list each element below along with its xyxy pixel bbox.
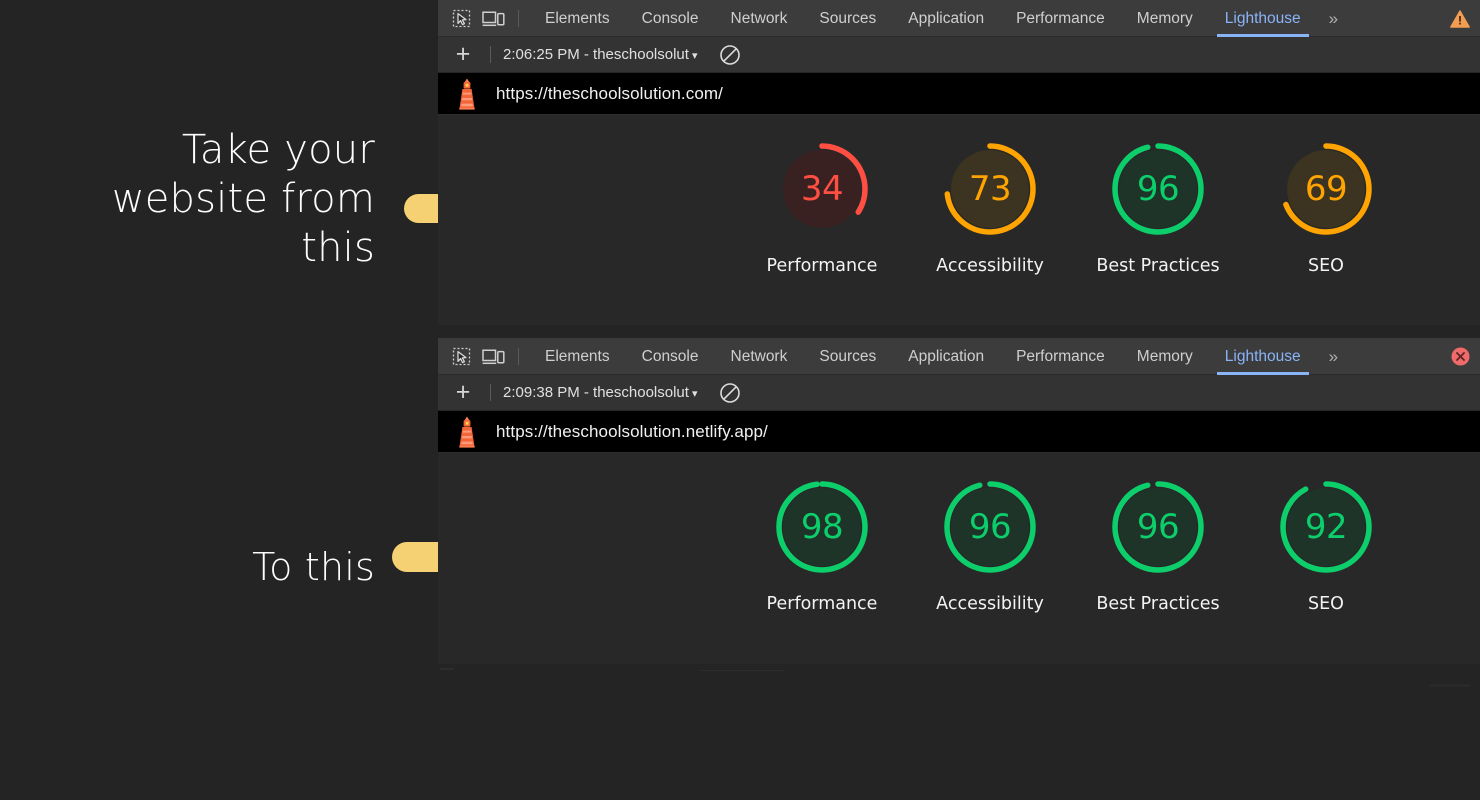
clear-report-icon[interactable] (719, 382, 741, 404)
gauge-score-value: 98 (772, 477, 872, 577)
devtools-tabbar: ElementsConsoleNetworkSourcesApplication… (438, 339, 1480, 375)
report-urlbar: https://theschoolsolution.com/ (438, 73, 1480, 115)
lighthouse-logo-icon (450, 77, 486, 111)
score-gauge[interactable]: 98 Performance (758, 477, 886, 616)
gauge-category-label: Accessibility (936, 593, 1044, 616)
score-gauge[interactable]: 96 Best Practices (1094, 139, 1222, 278)
tab-console[interactable]: Console (626, 1, 715, 37)
score-gauge[interactable]: 96 Best Practices (1094, 477, 1222, 616)
tab-application[interactable]: Application (892, 1, 1000, 37)
promo-headline-before: Take your website from this (60, 126, 375, 272)
promo-headline-after: To this (130, 544, 375, 590)
report-selector[interactable]: 2:06:25 PM - theschoolsolut▾ (503, 46, 697, 63)
more-tabs-icon[interactable]: » (1317, 347, 1348, 367)
device-toolbar-icon[interactable] (478, 6, 508, 32)
gauge-category-label: SEO (1308, 593, 1344, 616)
warning-triangle-icon[interactable] (1440, 9, 1480, 29)
chevron-down-icon: ▾ (692, 50, 698, 62)
tab-lighthouse[interactable]: Lighthouse (1209, 1, 1317, 37)
score-gauge-row: 34 Performance 73 Accessibility 96 Best Pract… (438, 115, 1480, 278)
score-gauge[interactable]: 73 Accessibility (926, 139, 1054, 278)
gauge-score-value: 96 (1108, 477, 1208, 577)
lighthouse-actionbar: +2:06:25 PM - theschoolsolut▾ (438, 37, 1480, 73)
report-urlbar: https://theschoolsolution.netlify.app/ (438, 411, 1480, 453)
score-gauge[interactable]: 69 SEO (1262, 139, 1390, 278)
error-circle-icon[interactable] (1440, 346, 1480, 367)
gauge-ring: 73 (940, 139, 1040, 239)
tab-elements[interactable]: Elements (529, 1, 626, 37)
lighthouse-logo-icon (450, 415, 486, 449)
gauge-ring: 96 (1108, 139, 1208, 239)
tab-console[interactable]: Console (626, 339, 715, 375)
gauge-category-label: SEO (1308, 255, 1344, 278)
gauge-category-label: Accessibility (936, 255, 1044, 278)
tab-sources[interactable]: Sources (803, 1, 892, 37)
tab-performance[interactable]: Performance (1000, 339, 1121, 375)
add-report-icon[interactable]: + (448, 380, 478, 406)
devtools-panel-before: ElementsConsoleNetworkSourcesApplication… (438, 0, 1480, 325)
tab-memory[interactable]: Memory (1121, 339, 1209, 375)
clear-report-icon[interactable] (719, 44, 741, 66)
screenshot-stage: Take your website from this To this Elem… (0, 0, 1480, 800)
gauge-ring: 96 (1108, 477, 1208, 577)
tab-lighthouse[interactable]: Lighthouse (1209, 339, 1317, 375)
gauge-score-value: 69 (1276, 139, 1376, 239)
tab-performance[interactable]: Performance (1000, 1, 1121, 37)
gauge-ring: 92 (1276, 477, 1376, 577)
gauge-category-label: Performance (767, 593, 878, 616)
gauge-score-value: 96 (940, 477, 1040, 577)
add-report-icon[interactable]: + (448, 42, 478, 68)
actionbar-divider (490, 384, 491, 401)
gauge-score-value: 92 (1276, 477, 1376, 577)
report-selector[interactable]: 2:09:38 PM - theschoolsolut▾ (503, 384, 697, 401)
gauge-ring: 69 (1276, 139, 1376, 239)
bottom-artifact-line (1430, 684, 1470, 687)
audited-url[interactable]: https://theschoolsolution.netlify.app/ (496, 422, 768, 442)
inspect-element-icon[interactable] (446, 6, 476, 32)
tab-network[interactable]: Network (715, 1, 804, 37)
gauge-category-label: Best Practices (1096, 255, 1219, 278)
toolbar-divider (518, 348, 519, 365)
gauge-ring: 34 (772, 139, 872, 239)
gauge-category-label: Performance (767, 255, 878, 278)
device-toolbar-icon[interactable] (478, 344, 508, 370)
inspect-element-icon[interactable] (446, 344, 476, 370)
actionbar-divider (490, 46, 491, 63)
gauge-score-value: 96 (1108, 139, 1208, 239)
gauge-category-label: Best Practices (1096, 593, 1219, 616)
toolbar-divider (518, 10, 519, 27)
gauge-score-value: 73 (940, 139, 1040, 239)
score-gauge[interactable]: 92 SEO (1262, 477, 1390, 616)
devtools-tabbar: ElementsConsoleNetworkSourcesApplication… (438, 1, 1480, 37)
bottom-artifact-line (700, 670, 785, 671)
tab-elements[interactable]: Elements (529, 339, 626, 375)
tab-application[interactable]: Application (892, 339, 1000, 375)
gauge-score-value: 34 (772, 139, 872, 239)
lighthouse-actionbar: +2:09:38 PM - theschoolsolut▾ (438, 375, 1480, 411)
more-tabs-icon[interactable]: » (1317, 9, 1348, 29)
gauge-ring: 98 (772, 477, 872, 577)
tab-memory[interactable]: Memory (1121, 1, 1209, 37)
tab-sources[interactable]: Sources (803, 339, 892, 375)
devtools-panel-after: ElementsConsoleNetworkSourcesApplication… (438, 338, 1480, 664)
score-gauge-row: 98 Performance 96 Accessibility 96 Best Pract… (438, 453, 1480, 616)
score-gauge[interactable]: 34 Performance (758, 139, 886, 278)
bottom-artifact-line (440, 668, 454, 670)
gauge-ring: 96 (940, 477, 1040, 577)
audited-url[interactable]: https://theschoolsolution.com/ (496, 84, 723, 104)
tab-network[interactable]: Network (715, 339, 804, 375)
chevron-down-icon: ▾ (692, 388, 698, 400)
score-gauge[interactable]: 96 Accessibility (926, 477, 1054, 616)
